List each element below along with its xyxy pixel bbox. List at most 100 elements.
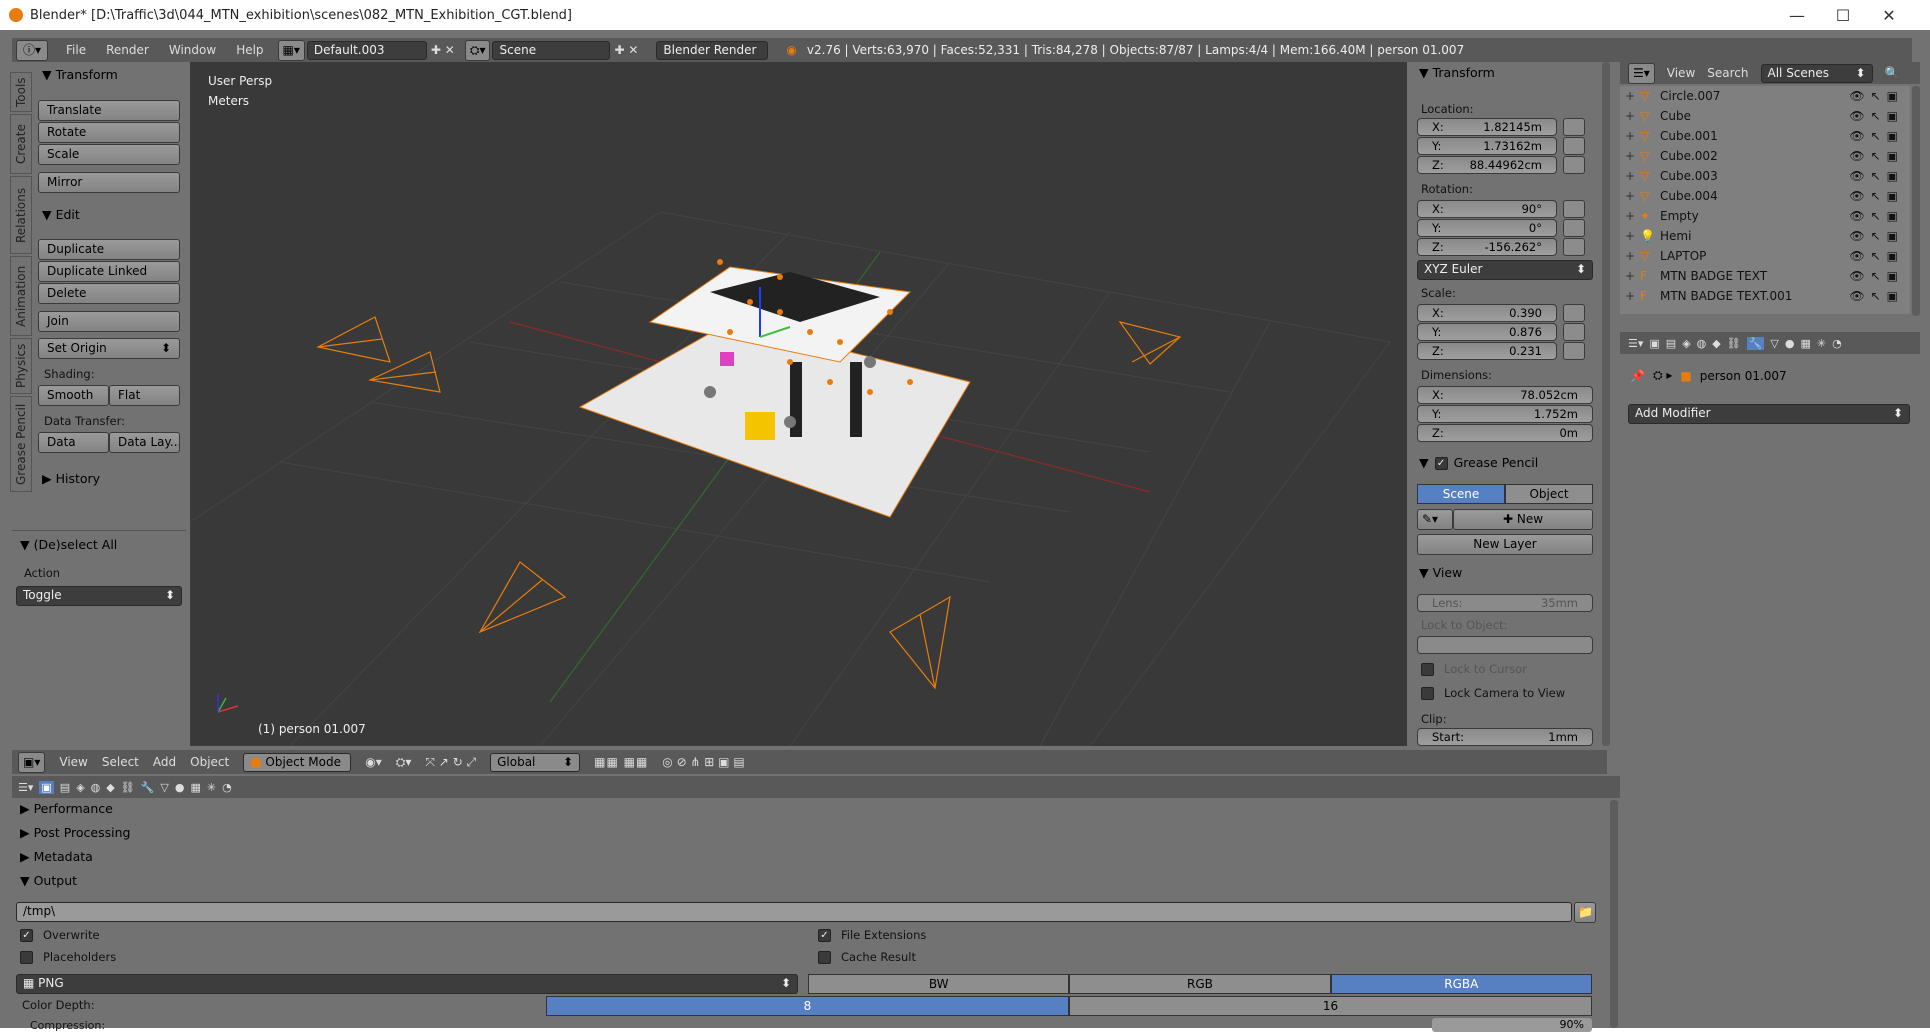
editor-type-icon[interactable]: ⓘ▾ <box>16 39 49 61</box>
scene-icon[interactable]: ⛭▾ <box>464 39 491 61</box>
layout-icon[interactable]: ▦▾ <box>277 39 305 61</box>
gp-new-button[interactable]: ✚ New <box>1453 509 1593 530</box>
visibility-icons[interactable]: 👁↖▣ <box>1849 249 1904 263</box>
expand-icon[interactable]: + <box>1620 249 1640 263</box>
physics-tab-icon[interactable]: ◔ <box>1832 337 1842 350</box>
tab-animation[interactable]: Animation <box>10 256 32 336</box>
exhibition-stand[interactable] <box>578 259 971 518</box>
menu-render[interactable]: Render <box>96 43 159 57</box>
rotation-mode-dropdown[interactable]: XYZ Euler ⬍ <box>1417 260 1593 280</box>
view3d-editor-icon[interactable]: ▣▾ <box>18 751 46 773</box>
constraint-tab-icon[interactable]: ⛓ <box>121 781 135 794</box>
manipulator-icons[interactable]: ⤧ ↗ ↻ ⤢ <box>425 755 476 770</box>
output-header[interactable]: ▼ Output <box>20 870 77 892</box>
minimize-button[interactable]: — <box>1774 0 1820 30</box>
lock-cursor-checkbox[interactable] <box>1421 662 1434 676</box>
scale-z-field[interactable]: Z: 0.231 <box>1417 342 1557 360</box>
smooth-button[interactable]: Smooth <box>38 385 109 406</box>
outliner-item[interactable]: + ▽ Cube 👁↖▣ <box>1620 106 1910 126</box>
duplicate-button[interactable]: Duplicate <box>38 239 180 260</box>
n-panel-scrollbar[interactable] <box>1602 62 1610 746</box>
location-x-field[interactable]: X: 1.82145m <box>1417 118 1557 136</box>
layers-tab-icon[interactable]: ▤ <box>1666 337 1676 350</box>
gp-new-layer-button[interactable]: New Layer <box>1417 534 1593 555</box>
depth-16-toggle[interactable]: 16 <box>1069 996 1592 1016</box>
expand-icon[interactable]: + <box>1620 129 1640 143</box>
transform-props-header[interactable]: ▼ Transform <box>1411 62 1601 84</box>
pin-icon[interactable]: 📌 <box>1630 369 1645 383</box>
layers-tab-icon[interactable]: ▤ <box>60 781 70 794</box>
expand-icon[interactable]: + <box>1620 229 1640 243</box>
placeholders-checkbox[interactable] <box>20 950 33 964</box>
cache-result-row[interactable]: Cache Result <box>818 950 916 964</box>
tab-tools[interactable]: Tools <box>10 72 32 112</box>
rotation-y-field[interactable]: Y: 0° <box>1417 219 1557 237</box>
outliner-item[interactable]: + ▽ Cube.004 👁↖▣ <box>1620 186 1910 206</box>
visibility-icons[interactable]: 👁↖▣ <box>1849 289 1904 303</box>
visibility-icons[interactable]: 👁↖▣ <box>1849 149 1904 163</box>
scale-x-field[interactable]: X: 0.390 <box>1417 304 1557 322</box>
duplicate-linked-button[interactable]: Duplicate Linked <box>38 261 180 282</box>
dimension-z-field[interactable]: Z: 0m <box>1417 424 1593 442</box>
expand-icon[interactable]: + <box>1620 189 1640 203</box>
render-tab-icon[interactable]: ▣ <box>39 780 54 794</box>
outliner-item[interactable]: + ▽ Cube.001 👁↖▣ <box>1620 126 1910 146</box>
flat-button[interactable]: Flat <box>109 385 180 406</box>
join-button[interactable]: Join <box>38 311 180 332</box>
maximize-button[interactable]: ☐ <box>1820 0 1866 30</box>
add-menu[interactable]: Add <box>153 755 176 769</box>
outliner-search-menu[interactable]: Search <box>1707 66 1748 80</box>
render-tab-icon[interactable]: ▣ <box>1649 337 1659 350</box>
3d-viewport[interactable]: User Persp Meters (1) person 01.007 <box>190 62 1407 746</box>
location-z-field[interactable]: Z: 88.44962cm <box>1417 156 1557 174</box>
render-engine-select[interactable]: Blender Render <box>656 40 769 60</box>
lock-icon[interactable] <box>1563 137 1585 155</box>
overwrite-checkbox[interactable]: ✓ <box>20 928 33 942</box>
scene-tab-icon[interactable]: ◈ <box>76 781 84 794</box>
pencil-icon[interactable]: ✎▾ <box>1417 509 1453 530</box>
post-processing-header[interactable]: ▶ Post Processing <box>20 822 130 844</box>
mode-dropdown[interactable]: ■ Object Mode <box>243 752 352 772</box>
visibility-icons[interactable]: 👁↖▣ <box>1849 169 1904 183</box>
world-tab-icon[interactable]: ◍ <box>1697 337 1707 350</box>
outliner-item[interactable]: + 💡 Hemi 👁↖▣ <box>1620 226 1910 246</box>
lock-icon[interactable] <box>1563 304 1585 322</box>
tab-physics[interactable]: Physics <box>10 338 32 394</box>
visibility-icons[interactable]: 👁↖▣ <box>1849 89 1904 103</box>
lock-camera-checkbox[interactable] <box>1421 686 1434 700</box>
layout-field[interactable]: Default.003 <box>306 40 427 60</box>
snap-icons[interactable]: ◎ ⊘ ⋔ ⊞ ▣ ▤ <box>662 755 744 769</box>
outliner-item[interactable]: + ▽ Cube.003 👁↖▣ <box>1620 166 1910 186</box>
data-button[interactable]: Data <box>38 432 109 453</box>
delete-button[interactable]: Delete <box>38 283 180 304</box>
outliner-item[interactable]: + ▽ Circle.007 👁↖▣ <box>1620 86 1910 106</box>
lock-icon[interactable] <box>1563 156 1585 174</box>
dimension-y-field[interactable]: Y: 1.752m <box>1417 405 1593 423</box>
shading-dropdown-icon[interactable]: ◉▾ <box>365 755 382 769</box>
transform-panel-header[interactable]: ▼ Transform <box>34 64 184 86</box>
compression-slider[interactable]: 90% <box>1432 1018 1592 1032</box>
add-modifier-dropdown[interactable]: Add Modifier ⬍ <box>1628 404 1910 424</box>
output-path-input[interactable]: /tmp\ <box>16 902 1572 922</box>
layer-buttons[interactable]: ▦▦ ▦▦ <box>594 755 648 769</box>
gp-scene-toggle[interactable]: Scene <box>1417 484 1505 504</box>
overwrite-row[interactable]: ✓ Overwrite <box>20 928 100 942</box>
performance-header[interactable]: ▶ Performance <box>20 798 113 820</box>
file-extensions-row[interactable]: ✓ File Extensions <box>818 928 926 942</box>
action-dropdown[interactable]: Toggle ⬍ <box>16 586 182 606</box>
material-tab-icon[interactable]: ● <box>1785 337 1795 350</box>
modifier-tab-icon[interactable]: 🔧 <box>1746 336 1765 350</box>
close-button[interactable]: ✕ <box>1866 0 1912 30</box>
physics-tab-icon[interactable]: ◔ <box>222 781 232 794</box>
data-tab-icon[interactable]: ▽ <box>160 781 168 794</box>
expand-icon[interactable]: + <box>1620 149 1640 163</box>
lock-icon[interactable] <box>1563 219 1585 237</box>
edit-panel-header[interactable]: ▼ Edit <box>42 204 80 226</box>
depth-8-toggle[interactable]: 8 <box>546 996 1069 1016</box>
visibility-icons[interactable]: 👁↖▣ <box>1849 229 1904 243</box>
data-tab-icon[interactable]: ▽ <box>1770 337 1778 350</box>
placeholders-row[interactable]: Placeholders <box>20 950 116 964</box>
world-tab-icon[interactable]: ◍ <box>91 781 101 794</box>
visibility-icons[interactable]: 👁↖▣ <box>1849 189 1904 203</box>
select-menu[interactable]: Select <box>102 755 139 769</box>
